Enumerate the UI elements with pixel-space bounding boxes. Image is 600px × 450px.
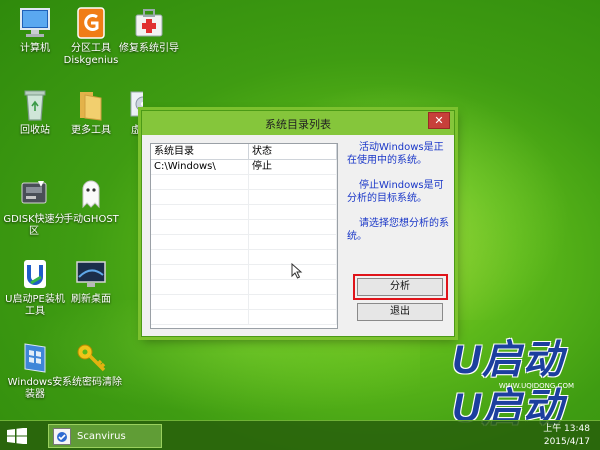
uqidong-logo: U启动 WWW.UQIDONG.COM (452, 340, 584, 390)
uqidong-installer-icon (17, 257, 53, 291)
desktop-icon-recycle-bin[interactable]: 回收站 (3, 88, 67, 137)
info-active-windows: 活动Windows是正在使用中的系统。 (347, 142, 444, 166)
close-icon: ✕ (434, 114, 444, 127)
desktop-icon-label: 刷新桌面 (71, 294, 111, 305)
desktop-icon-more-tools[interactable]: 更多工具 (59, 88, 123, 137)
dialog-title: 系统目录列表 (265, 118, 331, 131)
empty-row (151, 280, 337, 295)
windows-installer-icon (17, 340, 53, 374)
desktop-icon-label: 计算机 (20, 43, 50, 54)
desktop-icon-refresh-desktop[interactable]: 刷新桌面 (59, 257, 123, 306)
list-item-status: 停止 (249, 160, 337, 174)
empty-row (151, 190, 337, 205)
desktop-icon-label: 分区工具 Diskgenius (63, 43, 119, 66)
gdisk-icon (16, 177, 52, 211)
desktop-icon-label: 修复系统引导 (119, 43, 179, 54)
empty-row (151, 220, 337, 235)
desktop-icon-gdisk[interactable]: GDISK快速分 区 (1, 177, 67, 238)
list-header: 系统目录 状态 (151, 144, 337, 160)
column-header-directory[interactable]: 系统目录 (151, 144, 249, 159)
windows-logo-icon (7, 427, 27, 445)
exit-button[interactable]: 退出 (357, 303, 443, 321)
empty-row (151, 310, 337, 325)
system-directory-dialog: 系统目录列表 ✕ 系统目录 状态 C:\Windows\ 停止 活动Window… (141, 110, 455, 337)
desktop-icon-label: GDISK快速分 区 (3, 214, 65, 237)
desktop-icon-label: 虚 (131, 125, 141, 136)
info-select-prompt: 请选择您想分析的系统。 (347, 218, 449, 242)
desktop-icon-repair-boot[interactable]: 修复系统引导 (117, 6, 181, 55)
dialog-titlebar[interactable]: 系统目录列表 ✕ (142, 111, 454, 135)
desktop-icon-computer[interactable]: 计算机 (3, 6, 67, 55)
list-item[interactable]: C:\Windows\ 停止 (151, 160, 337, 175)
desktop-icon-label: 手动GHOST (63, 214, 119, 225)
empty-row (151, 205, 337, 220)
desktop-icon-diskgenius[interactable]: 分区工具 Diskgenius (59, 6, 123, 67)
refresh-desktop-icon (73, 257, 109, 291)
folder-icon (73, 88, 109, 122)
close-button[interactable]: ✕ (428, 112, 450, 129)
desktop-icon-label: 更多工具 (71, 125, 111, 136)
key-icon (74, 340, 110, 374)
diskgenius-icon (73, 6, 109, 40)
info-stopped-windows: 停止Windows是可分析的目标系统。 (347, 180, 444, 204)
taskbar-item-scanvirus[interactable]: Scanvirus (48, 424, 162, 448)
repair-boot-icon (131, 6, 167, 40)
start-button[interactable] (6, 427, 28, 445)
desktop-icon-ghost[interactable]: 手动GHOST (59, 177, 123, 226)
desktop-icon-label: 回收站 (20, 125, 50, 136)
clock-time: 上午 13:48 (543, 424, 590, 434)
desktop-icon-password-clear[interactable]: 系统密码清除 (59, 340, 125, 389)
clock-date: 2015/4/17 (543, 437, 590, 447)
computer-icon (17, 6, 53, 40)
empty-row (151, 250, 337, 265)
info-panel: 活动Windows是正在使用中的系统。 停止Windows是可分析的目标系统。 … (347, 141, 451, 255)
empty-row (151, 265, 337, 280)
list-item-directory: C:\Windows\ (151, 160, 249, 174)
desktop-icon-virtual-drive[interactable]: 虚 (117, 88, 143, 137)
empty-row (151, 235, 337, 250)
system-clock[interactable]: 上午 13:48 2015/4/17 (543, 423, 590, 449)
empty-row (151, 295, 337, 310)
column-header-status[interactable]: 状态 (249, 144, 337, 159)
taskbar: Scanvirus 上午 13:48 2015/4/17 (0, 420, 600, 450)
empty-row (151, 175, 337, 190)
analyze-button[interactable]: 分析 (357, 278, 443, 296)
scanvirus-icon (53, 428, 71, 445)
mouse-cursor-icon (291, 262, 303, 279)
desktop-icon-label: 系统密码清除 (62, 377, 122, 388)
uqidong-logo-mark: U启动 (452, 338, 564, 382)
recycle-bin-icon (17, 88, 53, 122)
ghost-icon (73, 177, 109, 211)
system-directory-list[interactable]: 系统目录 状态 C:\Windows\ 停止 (150, 143, 338, 329)
taskbar-item-label: Scanvirus (77, 431, 126, 442)
